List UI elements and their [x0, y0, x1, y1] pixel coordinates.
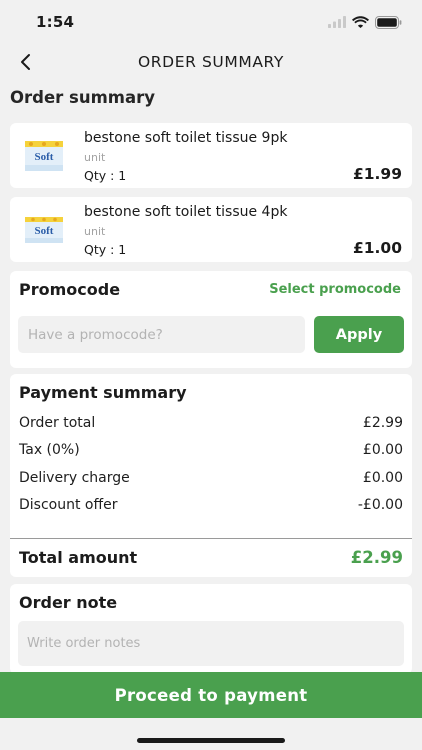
payment-row-label: Order total	[19, 415, 96, 431]
payment-row-value: £0.00	[362, 442, 403, 458]
payment-row-tax: Tax (0%) £0.00	[19, 442, 403, 458]
status-bar: 1:54	[0, 0, 422, 44]
page-title: ORDER SUMMARY	[138, 53, 284, 71]
status-icons	[328, 15, 402, 29]
promocode-input[interactable]	[18, 316, 305, 353]
chevron-left-icon	[21, 54, 30, 70]
payment-row-order-total: Order total £2.99	[19, 415, 403, 431]
order-item: Soft bestone soft toilet tissue 4pk unit…	[10, 197, 412, 262]
product-name: bestone soft toilet tissue 9pk	[84, 130, 288, 146]
payment-row-value: £0.00	[362, 470, 403, 486]
signal-icon	[328, 16, 346, 28]
product-name: bestone soft toilet tissue 4pk	[84, 204, 288, 220]
product-price: £1.99	[352, 165, 402, 183]
svg-text:Soft: Soft	[35, 225, 54, 237]
apply-button[interactable]: Apply	[314, 316, 404, 353]
product-price: £1.00	[352, 239, 402, 257]
payment-summary-title: Payment summary	[19, 383, 187, 402]
back-button[interactable]	[10, 46, 42, 78]
payment-row-label: Discount offer	[19, 497, 118, 513]
status-time: 1:54	[36, 13, 75, 31]
total-amount-value: £2.99	[350, 548, 403, 567]
order-note-input[interactable]	[18, 621, 404, 666]
payment-row-value: £2.99	[362, 415, 403, 431]
proceed-to-payment-button[interactable]: Proceed to payment	[0, 672, 422, 718]
payment-row-delivery: Delivery charge £0.00	[19, 470, 403, 486]
home-indicator[interactable]	[137, 738, 285, 743]
product-image: Soft	[24, 209, 64, 249]
battery-icon	[375, 15, 402, 29]
payment-row-label: Tax (0%)	[19, 442, 80, 458]
product-unit: unit	[84, 225, 106, 238]
home-indicator-area	[0, 718, 422, 750]
payment-summary-card: Payment summary Order total £2.99 Tax (0…	[10, 374, 412, 577]
payment-row-discount: Discount offer -£0.00	[19, 497, 403, 513]
total-amount-label: Total amount	[19, 548, 138, 567]
promocode-title: Promocode	[19, 280, 121, 299]
order-item: Soft bestone soft toilet tissue 9pk unit…	[10, 123, 412, 188]
product-quantity: Qty : 1	[84, 242, 127, 257]
promocode-card: Promocode Select promocode Apply	[10, 271, 412, 368]
select-promocode-link[interactable]: Select promocode	[269, 282, 401, 297]
product-unit: unit	[84, 151, 106, 164]
svg-text:Soft: Soft	[35, 151, 54, 163]
payment-row-label: Delivery charge	[19, 470, 130, 486]
order-note-title: Order note	[19, 593, 118, 612]
product-quantity: Qty : 1	[84, 168, 127, 183]
payment-row-value: -£0.00	[357, 497, 403, 513]
order-note-card: Order note	[10, 584, 412, 674]
total-amount-row: Total amount £2.99	[19, 548, 403, 567]
order-summary-heading: Order summary	[10, 88, 156, 107]
divider	[10, 538, 412, 539]
wifi-icon	[352, 16, 369, 28]
nav-bar: ORDER SUMMARY	[0, 44, 422, 80]
product-image: Soft	[24, 135, 64, 175]
